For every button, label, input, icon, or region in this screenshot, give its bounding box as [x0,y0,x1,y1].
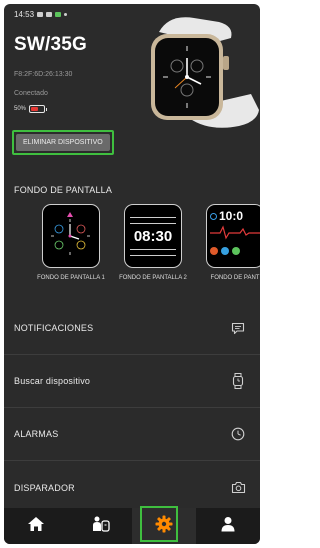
wallpaper-option-2[interactable]: 08:30 FONDO DE PANTALLA 2 [108,204,198,281]
dot-icon [64,13,68,16]
app-icon [55,12,62,17]
face-time: 08:30 [133,227,173,245]
face-dot-icon [210,247,218,255]
menu-item-notifications[interactable]: NOTIFICACIONES [4,302,260,355]
bottom-tab-bar [4,508,260,544]
remove-device-button[interactable]: ELIMINAR DISPOSITIVO [16,134,110,151]
face-dot-icon [232,247,240,255]
wallpaper-label: FONDO DE PANTALLA 1 [37,275,105,281]
remove-device-highlight: ELIMINAR DISPOSITIVO [12,130,114,155]
home-icon [27,516,45,537]
wallpaper-option-1[interactable]: FONDO DE PANTALLA 1 [26,204,116,281]
face-dot-icon [221,247,229,255]
watch-face-preview [42,204,100,268]
user-icon [220,516,236,537]
menu-item-shutter[interactable]: DISPARADOR [4,461,260,514]
watch-face-preview: 10:0 [206,204,260,268]
battery-icon [29,105,48,113]
menu-item-label: NOTIFICACIONES [14,323,94,333]
image-icon [46,12,53,17]
app-screen: 14:53 SW/35G F8:2F:6D:26:13:30 Conectado… [4,4,260,544]
face-bar [130,216,176,224]
face-bar [130,248,176,256]
face-ring-icon [210,212,217,220]
wallpaper-label: FONDO DE PANT [210,275,260,281]
menu-item-label: ALARMAS [14,429,59,439]
wallpaper-section-title: FONDO DE PANTALLA [14,185,113,195]
device-model: SW/35G [14,34,87,55]
watch-illustration [151,17,259,128]
watch-face-preview: 08:30 [124,204,182,268]
tab-profile[interactable] [196,508,260,544]
activity-icon [90,516,110,537]
chat-icon [230,320,246,336]
menu-item-label: Buscar dispositivo [14,376,91,386]
face-time: 10:0 [219,209,244,223]
wallpaper-label: FONDO DE PANTALLA 2 [119,275,187,281]
tab-activity[interactable] [68,508,132,544]
heart-rate-wave-icon [210,225,260,240]
clock-icon [230,426,246,442]
device-mac: F8:2F:6D:26:13:30 [14,71,73,78]
battery-percent: 50% [14,106,27,112]
wallpaper-carousel[interactable]: FONDO DE PANTALLA 1 08:30 FONDO DE PANTA… [4,204,260,290]
menu-item-find-device[interactable]: Buscar dispositivo [4,355,260,408]
camera-icon [230,480,246,496]
battery-status: 50% [14,105,48,113]
tab-home[interactable] [4,508,68,544]
settings-tab-highlight [140,506,178,542]
status-time: 14:53 [14,10,35,19]
wallpaper-option-3[interactable]: 10:0 FONDO DE PANT [190,204,260,281]
menu-item-alarms[interactable]: ALARMAS [4,408,260,461]
watch-icon [230,373,246,389]
menu-item-label: DISPARADOR [14,482,75,493]
notification-icon [37,12,44,17]
connection-status: Conectado [14,90,48,97]
status-bar: 14:53 [14,10,68,19]
settings-menu: NOTIFICACIONES Buscar dispositivo ALARMA… [4,302,260,514]
